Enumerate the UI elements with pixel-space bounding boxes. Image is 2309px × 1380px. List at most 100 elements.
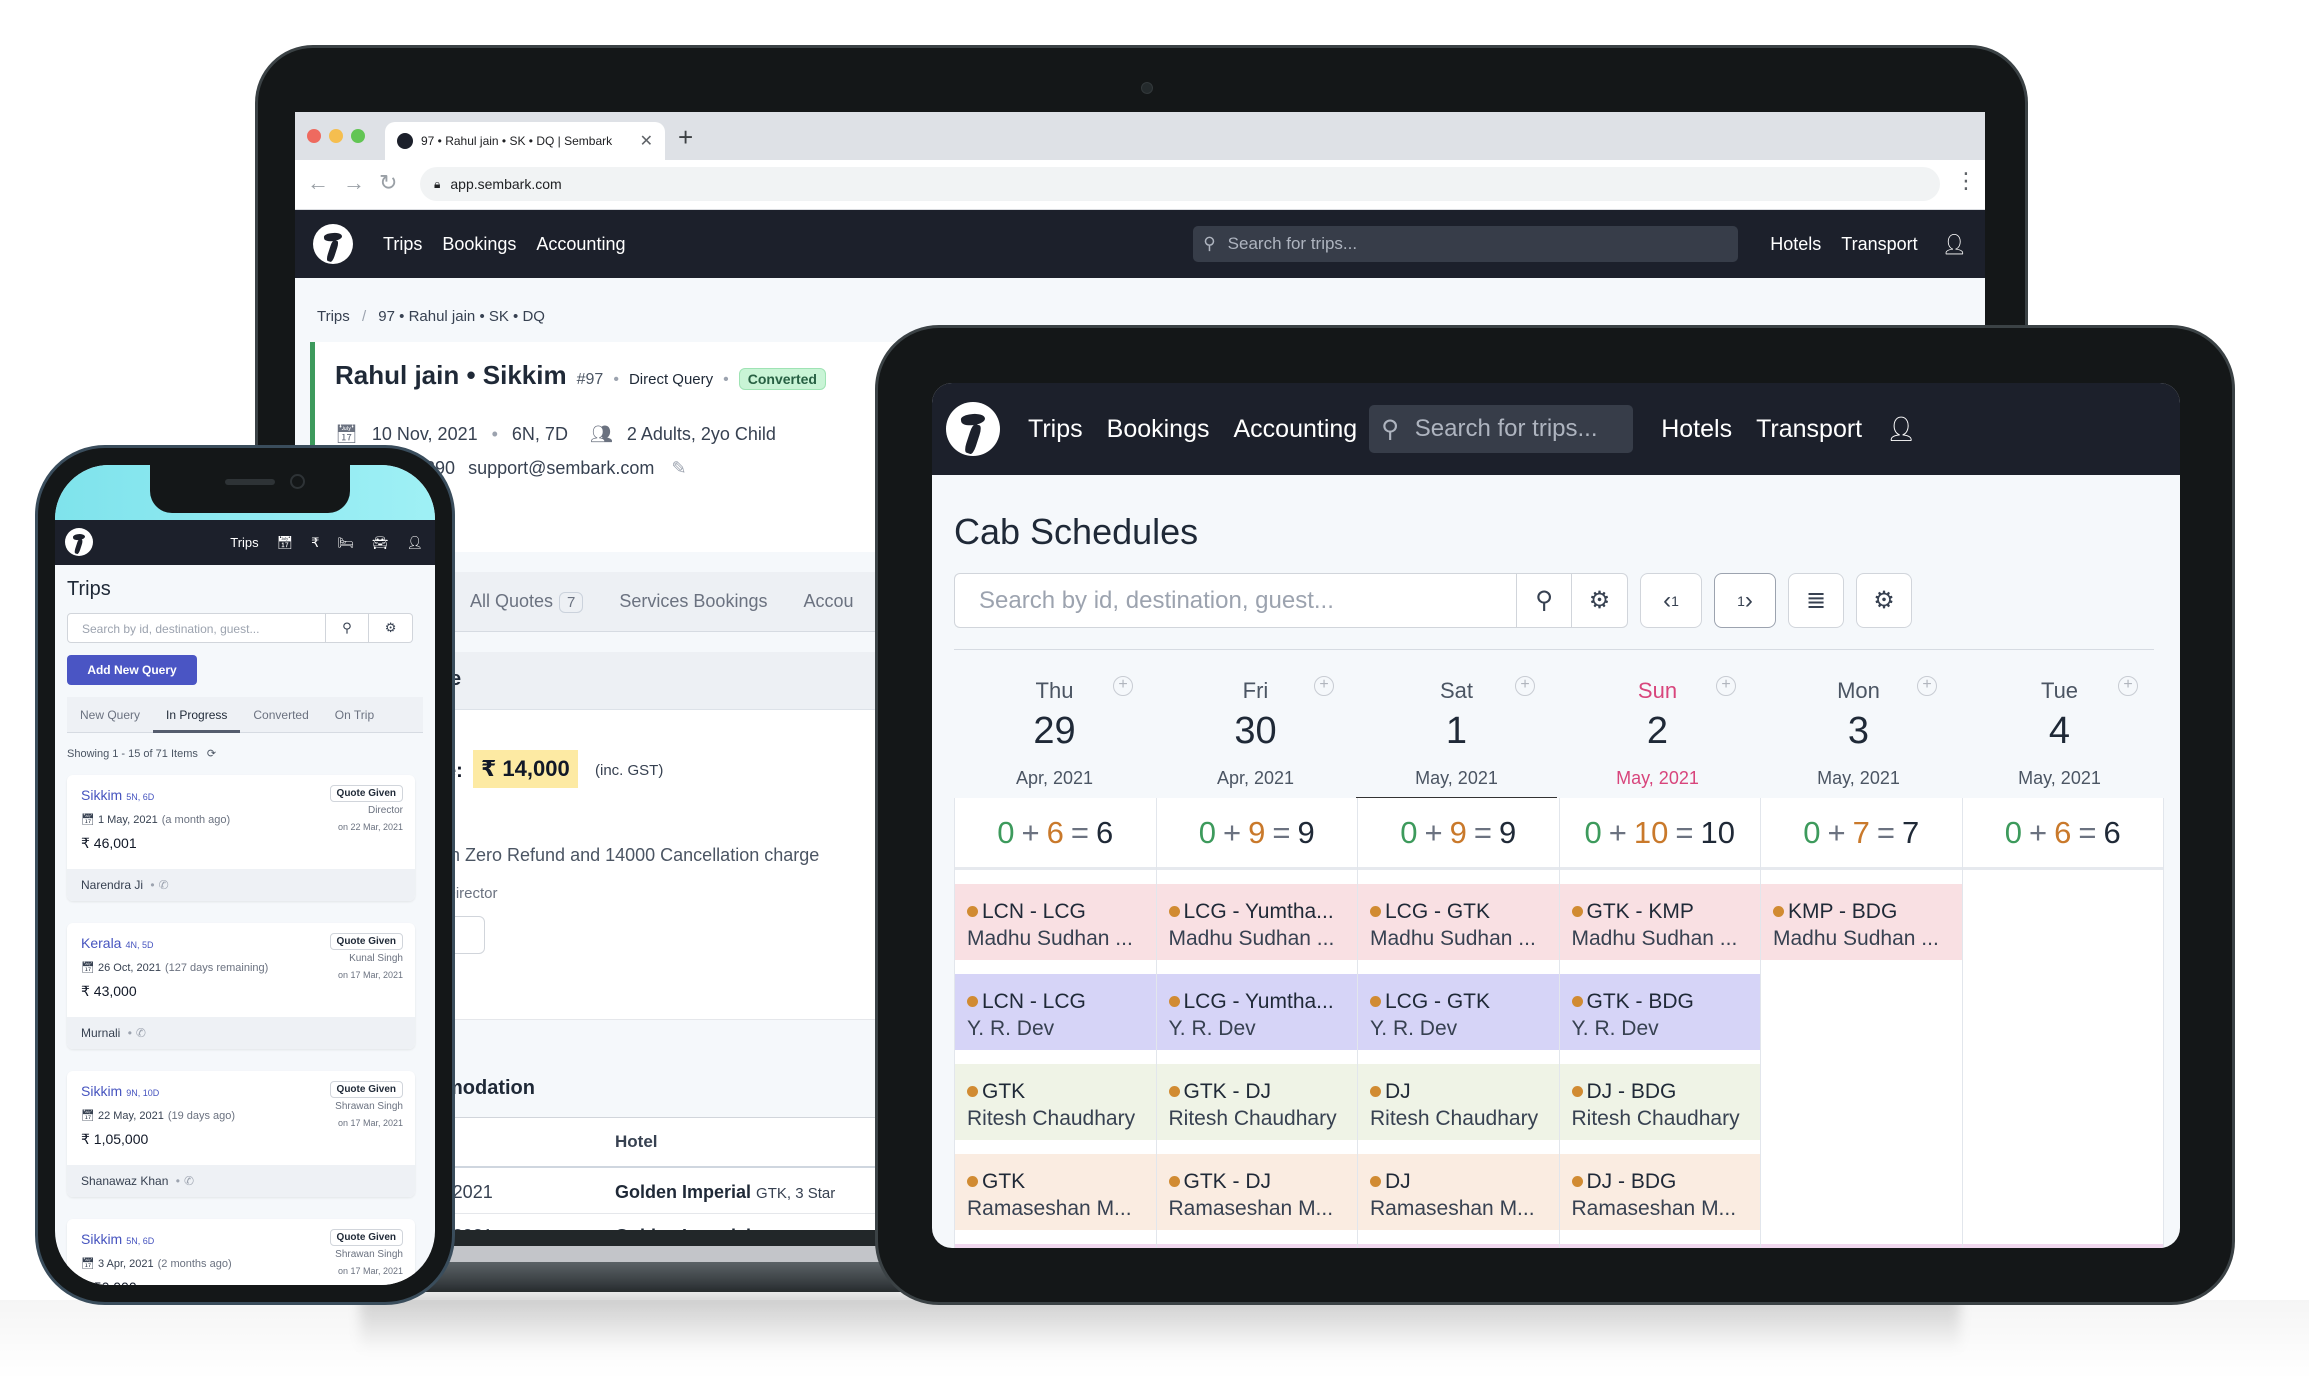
add-schedule-icon[interactable]: + <box>1113 676 1133 696</box>
car-icon[interactable]: 🚘︎ <box>372 535 389 551</box>
schedule-event[interactable]: LCN - LCG Y. R. Dev <box>955 974 1156 1050</box>
back-arrow-icon[interactable]: ← <box>307 170 329 196</box>
forward-arrow-icon[interactable]: → <box>343 170 365 196</box>
day-header[interactable]: Thu +29 Apr, 2021 <box>954 658 1155 798</box>
rupee-icon[interactable]: ₹ <box>311 535 319 551</box>
schedule-event[interactable] <box>1156 1244 1357 1248</box>
schedule-event[interactable]: LCN - LCG Madhu Sudhan ... <box>955 884 1156 960</box>
nav-search-input[interactable]: ⚲ Search for trips... <box>1193 226 1739 262</box>
bed-icon[interactable]: 🛏︎ <box>337 535 354 551</box>
reload-icon[interactable]: ↻ <box>379 170 397 196</box>
trip-destination[interactable]: Sikkim 5N, 6D <box>81 787 154 803</box>
filter-button[interactable]: ⚙︎ <box>1572 573 1628 628</box>
schedule-search-input[interactable]: Search by id, destination, guest... <box>954 573 1516 628</box>
search-button[interactable]: ⚲ <box>1516 573 1572 628</box>
schedule-event[interactable] <box>1761 1244 1962 1248</box>
nav-transport[interactable]: Transport <box>1756 415 1862 444</box>
schedule-event[interactable]: LCG - GTK Y. R. Dev <box>1358 974 1559 1050</box>
tab-accounting[interactable]: Accou <box>803 591 853 612</box>
nav-trips[interactable]: Trips <box>1028 415 1083 444</box>
schedule-event[interactable]: DJ Ritesh Chaudhary <box>1358 1064 1559 1140</box>
schedule-event[interactable] <box>955 1244 1156 1248</box>
schedule-event[interactable]: LCG - GTK Madhu Sudhan ... <box>1358 884 1559 960</box>
add-schedule-icon[interactable]: + <box>1716 676 1736 696</box>
list-view-button[interactable]: ≣ <box>1788 573 1844 628</box>
address-bar[interactable]: 🔒︎ app.sembark.com <box>420 167 1940 201</box>
add-schedule-icon[interactable]: + <box>1917 676 1937 696</box>
schedule-event[interactable]: DJ - BDG Ritesh Chaudhary <box>1559 1064 1760 1140</box>
schedule-event[interactable]: LCG - Yumtha... Y. R. Dev <box>1156 974 1357 1050</box>
tab-on-trip[interactable]: On Trip <box>322 697 387 733</box>
add-schedule-icon[interactable]: + <box>1314 676 1334 696</box>
browser-tab[interactable]: 97 • Rahul jain • SK • DQ | Sembark ✕ <box>385 122 665 160</box>
nav-hotels[interactable]: Hotels <box>1661 415 1732 444</box>
trip-card[interactable]: Sikkim5N, 6D 📅︎3 Apr, 2021(2 months ago) ₹… <box>67 1219 415 1285</box>
schedule-event[interactable]: GTK Ramaseshan M... <box>955 1154 1156 1230</box>
user-icon[interactable]: 👤︎ <box>1886 415 1916 444</box>
trip-destination[interactable]: Kerala 4N, 5D <box>81 935 153 951</box>
nav-bookings[interactable]: Bookings <box>442 234 516 255</box>
tab-all-quotes[interactable]: All Quotes 7 <box>470 591 584 613</box>
user-icon[interactable]: 👤︎ <box>1942 232 1967 257</box>
nav-search-input[interactable]: ⚲ Search for trips... <box>1369 405 1634 453</box>
nav-trips[interactable]: Trips <box>230 535 258 550</box>
schedule-event[interactable]: DJ Ramaseshan M... <box>1358 1154 1559 1230</box>
breadcrumb-trips-link[interactable]: Trips <box>317 308 350 325</box>
tab-converted[interactable]: Converted <box>240 697 321 733</box>
schedule-event[interactable] <box>1962 1244 2163 1248</box>
window-close-button[interactable] <box>307 129 321 143</box>
schedule-event[interactable]: GTK - KMP Madhu Sudhan ... <box>1559 884 1760 960</box>
tab-in-progress[interactable]: In Progress <box>153 697 241 733</box>
add-schedule-icon[interactable]: + <box>2118 676 2138 696</box>
nav-transport[interactable]: Transport <box>1841 234 1917 255</box>
refresh-icon[interactable]: ⟳ <box>207 748 216 760</box>
next-day-button[interactable]: 1 › <box>1714 573 1776 628</box>
user-icon[interactable]: 👤︎ <box>406 535 423 551</box>
schedule-event[interactable]: GTK - DJ Ritesh Chaudhary <box>1156 1064 1357 1140</box>
day-header[interactable]: Mon +3 May, 2021 <box>1758 658 1959 798</box>
day-header[interactable]: Sun +2 May, 2021 <box>1557 658 1758 798</box>
trip-destination[interactable]: Sikkim 5N, 6D <box>81 1231 154 1247</box>
new-tab-button[interactable]: + <box>678 122 693 152</box>
search-button[interactable]: ⚲ <box>325 613 370 643</box>
tab-services-bookings[interactable]: Services Bookings <box>619 591 767 612</box>
window-minimize-button[interactable] <box>329 129 343 143</box>
phone-icon[interactable]: ✆ <box>184 1174 194 1188</box>
sembark-logo[interactable] <box>313 224 353 264</box>
schedule-event[interactable]: GTK Ritesh Chaudhary <box>955 1064 1156 1140</box>
day-header[interactable]: Fri +30 Apr, 2021 <box>1155 658 1356 798</box>
nav-accounting[interactable]: Accounting <box>1234 415 1358 444</box>
nav-hotels[interactable]: Hotels <box>1770 234 1821 255</box>
tab-new-query[interactable]: New Query <box>67 697 153 733</box>
sembark-logo[interactable] <box>946 402 1000 456</box>
schedule-event[interactable] <box>1559 1244 1760 1248</box>
nav-trips[interactable]: Trips <box>383 234 422 255</box>
trip-search-input[interactable]: Search by id, destination, guest... <box>67 613 326 643</box>
nav-accounting[interactable]: Accounting <box>536 234 625 255</box>
trip-card[interactable]: Sikkim 9N, 10D 📅︎ 22 May, 2021 (19 days ago)… <box>67 1071 415 1197</box>
schedule-event[interactable]: DJ - BDG Ramaseshan M... <box>1559 1154 1760 1230</box>
schedule-event[interactable]: LCG - Yumtha... Madhu Sudhan ... <box>1156 884 1357 960</box>
day-header[interactable]: Tue +4 May, 2021 <box>1959 658 2160 798</box>
schedule-event[interactable] <box>1358 1244 1559 1248</box>
schedule-event[interactable]: KMP - BDG Madhu Sudhan ... <box>1761 884 1962 960</box>
phone-icon[interactable]: ✆ <box>159 878 169 892</box>
browser-menu-icon[interactable]: ⋮ <box>1955 168 1977 194</box>
trip-destination[interactable]: Sikkim 9N, 10D <box>81 1083 159 1099</box>
day-header[interactable]: Sat +1 May, 2021 <box>1356 658 1557 800</box>
nav-bookings[interactable]: Bookings <box>1107 415 1210 444</box>
window-maximize-button[interactable] <box>351 129 365 143</box>
tab-close-icon[interactable]: ✕ <box>640 131 653 151</box>
schedule-event[interactable]: GTK - DJ Ramaseshan M... <box>1156 1154 1357 1230</box>
trip-card[interactable]: Sikkim 5N, 6D 📅︎ 1 May, 2021 (a month ago) ₹ … <box>67 775 415 901</box>
filter-button[interactable]: ⚙︎ <box>369 613 413 643</box>
trip-card[interactable]: Kerala 4N, 5D 📅︎ 26 Oct, 2021 (127 days rema… <box>67 923 415 1049</box>
settings-button[interactable]: ⚙ <box>1856 573 1912 628</box>
sembark-logo[interactable] <box>65 528 93 556</box>
calendar-icon[interactable]: 📅︎ <box>277 535 294 551</box>
add-new-query-button[interactable]: Add New Query <box>67 655 197 685</box>
add-schedule-icon[interactable]: + <box>1515 676 1535 696</box>
edit-pencil-icon[interactable]: ✎ <box>671 458 686 478</box>
phone-icon[interactable]: ✆ <box>136 1026 146 1040</box>
schedule-event[interactable]: GTK - BDG Y. R. Dev <box>1559 974 1760 1050</box>
